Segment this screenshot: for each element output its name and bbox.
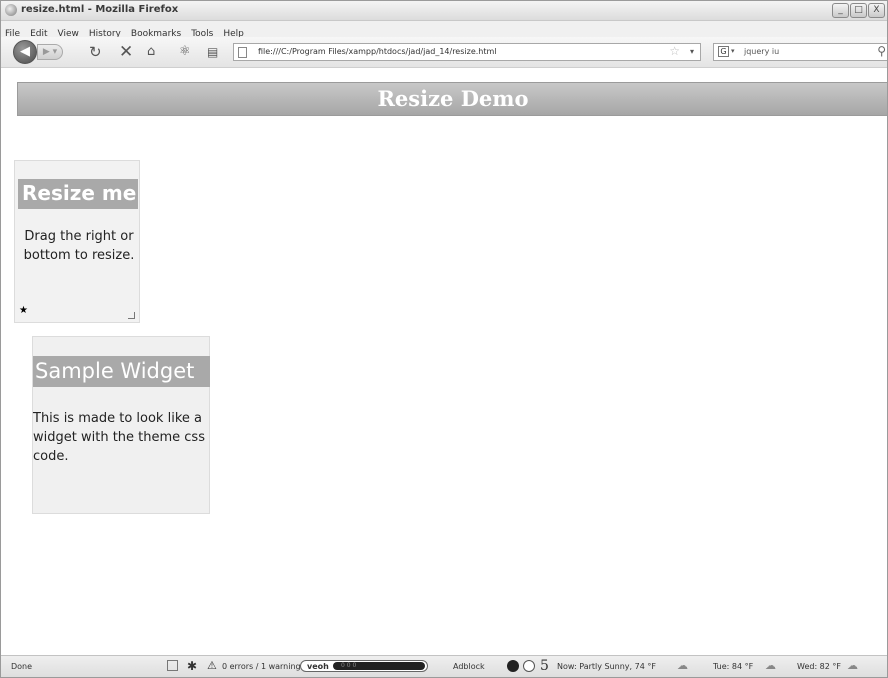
reload-icon[interactable]: ↻: [89, 43, 102, 61]
back-arrow-icon: ◀: [20, 44, 30, 59]
url-dropdown-icon[interactable]: ▾: [690, 47, 694, 56]
error-console-status[interactable]: 0 errors / 1 warning: [222, 662, 301, 671]
forward-arrow-icon: ▶ ▾: [42, 47, 58, 57]
count-badge: 5: [540, 658, 549, 674]
menu-bar: File Edit View History Bookmarks Tools Help: [1, 21, 887, 39]
clock-icon[interactable]: [523, 660, 535, 672]
resizable-text: Drag the right or bottom to resize.: [23, 229, 135, 263]
veoh-toolbar[interactable]: veoh 0 0 0: [300, 660, 428, 672]
address-bar[interactable]: file:///C:/Program Files/xampp/htdocs/ja…: [233, 43, 701, 61]
engine-dropdown-icon[interactable]: ▾: [731, 47, 735, 55]
browser-window: resize.html - Mozilla Firefox _ □ X File…: [0, 0, 888, 678]
window-controls: _ □ X: [832, 3, 885, 18]
weather-now[interactable]: Now: Partly Sunny, 74 °F: [557, 662, 656, 671]
navigation-toolbar: ◀ ▶ ▾ ↻ ✕ ⌂ ⚛ ▤ file:///C:/Program Files…: [1, 37, 887, 68]
forward-button[interactable]: ▶ ▾: [37, 44, 63, 60]
resizable-box[interactable]: Resize me Drag the right or bottom to re…: [14, 160, 140, 323]
bookmark-star-icon[interactable]: ☆: [669, 44, 680, 58]
warning-icon: ⚠: [207, 659, 217, 672]
status-bar: Done ✱ ⚠ 0 errors / 1 warning veoh 0 0 0…: [1, 655, 887, 677]
minimize-button[interactable]: _: [832, 3, 849, 18]
extension-icon[interactable]: ⚛: [179, 43, 191, 61]
status-box-icon[interactable]: [167, 660, 178, 671]
resize-handle-corner[interactable]: [128, 312, 135, 319]
firefox-icon: [5, 4, 17, 16]
page-content: Resize Demo Resize me Drag the right or …: [2, 68, 887, 656]
puzzle-icon[interactable]: ✱: [187, 659, 197, 673]
circle-icon[interactable]: [507, 660, 519, 672]
search-engine-icon[interactable]: G: [718, 46, 729, 57]
cloud-icon: ☁: [677, 659, 688, 672]
page-banner: Resize Demo: [17, 82, 887, 116]
window-title: resize.html - Mozilla Firefox: [21, 4, 179, 15]
database-icon[interactable]: ▤: [207, 43, 218, 61]
page-icon: [238, 47, 247, 58]
stop-icon[interactable]: ✕: [119, 43, 133, 61]
widget-title: Sample Widget: [35, 359, 195, 383]
title-bar: resize.html - Mozilla Firefox _ □ X: [1, 1, 887, 21]
veoh-icon: veoh: [307, 662, 329, 671]
close-button[interactable]: X: [868, 3, 885, 18]
status-text: Done: [11, 662, 33, 671]
weather-wed[interactable]: Wed: 82 °F: [797, 662, 841, 671]
maximize-button[interactable]: □: [850, 3, 867, 18]
magnifier-icon[interactable]: ⚲: [877, 44, 886, 58]
widget-text: This is made to look like a widget with …: [33, 411, 205, 464]
resizable-title: Resize me: [22, 181, 137, 205]
url-text[interactable]: file:///C:/Program Files/xampp/htdocs/ja…: [258, 47, 497, 56]
cloud-icon: ☁: [765, 659, 776, 672]
widget-header: Sample Widget: [33, 356, 210, 387]
page-heading: Resize Demo: [377, 86, 529, 111]
cloud-icon: ☁: [847, 659, 858, 672]
adblock-label[interactable]: Adblock: [453, 662, 485, 671]
back-button[interactable]: ◀: [13, 40, 37, 64]
resizable-header: Resize me: [18, 179, 138, 209]
sample-widget: Sample Widget This is made to look like …: [32, 336, 210, 514]
search-query[interactable]: jquery iu: [744, 47, 779, 56]
veoh-counts: 0 0 0: [341, 662, 357, 669]
search-bar[interactable]: G ▾ jquery iu ⚲: [713, 43, 887, 61]
resize-handle-star-icon[interactable]: ★: [19, 305, 28, 316]
weather-tue[interactable]: Tue: 84 °F: [713, 662, 753, 671]
home-icon[interactable]: ⌂: [147, 43, 155, 61]
